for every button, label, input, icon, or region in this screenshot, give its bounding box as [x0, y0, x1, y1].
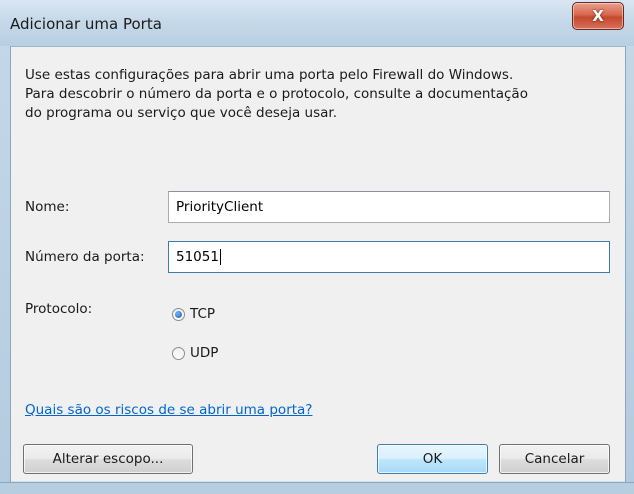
port-risks-link[interactable]: Quais são os riscos de se abrir uma port…	[25, 402, 312, 418]
protocol-option-tcp[interactable]: TCP	[172, 306, 215, 322]
name-label: Nome:	[25, 199, 70, 215]
protocol-option-udp[interactable]: UDP	[172, 345, 218, 361]
close-button[interactable]: X	[572, 2, 624, 30]
port-number-value: 51051	[176, 249, 219, 265]
protocol-label: Protocolo:	[25, 301, 93, 317]
ok-label: OK	[422, 451, 443, 467]
cancel-button[interactable]: Cancelar	[499, 444, 610, 474]
port-number-field[interactable]: 51051	[168, 241, 610, 273]
change-scope-button[interactable]: Alterar escopo...	[23, 444, 193, 474]
title-bar: Adicionar uma Porta X	[0, 0, 634, 47]
name-value: PriorityClient	[176, 199, 264, 215]
window-frame-right	[625, 46, 634, 493]
protocol-option-label: UDP	[190, 345, 219, 361]
dialog-body: Use estas configurações para abrir uma p…	[11, 47, 625, 481]
close-icon: X	[592, 7, 604, 25]
port-number-label: Número da porta:	[25, 249, 145, 265]
window-frame-left	[0, 46, 11, 493]
window-title: Adicionar uma Porta	[10, 15, 162, 33]
radio-unselected-icon[interactable]	[172, 346, 185, 360]
text-caret	[219, 249, 221, 265]
instructions-text: Use estas configurações para abrir uma p…	[25, 66, 615, 123]
instructions-line: do programa ou serviço que você deseja u…	[25, 105, 338, 121]
instructions-line: Para descobrir o número da porta e o pro…	[25, 86, 528, 102]
window-frame-bottom	[0, 482, 634, 494]
name-field[interactable]: PriorityClient	[168, 191, 610, 223]
radio-selected-icon[interactable]	[172, 307, 185, 321]
protocol-option-label: TCP	[190, 306, 216, 322]
change-scope-label: Alterar escopo...	[52, 451, 164, 467]
instructions-line: Use estas configurações para abrir uma p…	[25, 67, 514, 83]
cancel-label: Cancelar	[524, 451, 585, 467]
ok-button[interactable]: OK	[377, 444, 488, 474]
